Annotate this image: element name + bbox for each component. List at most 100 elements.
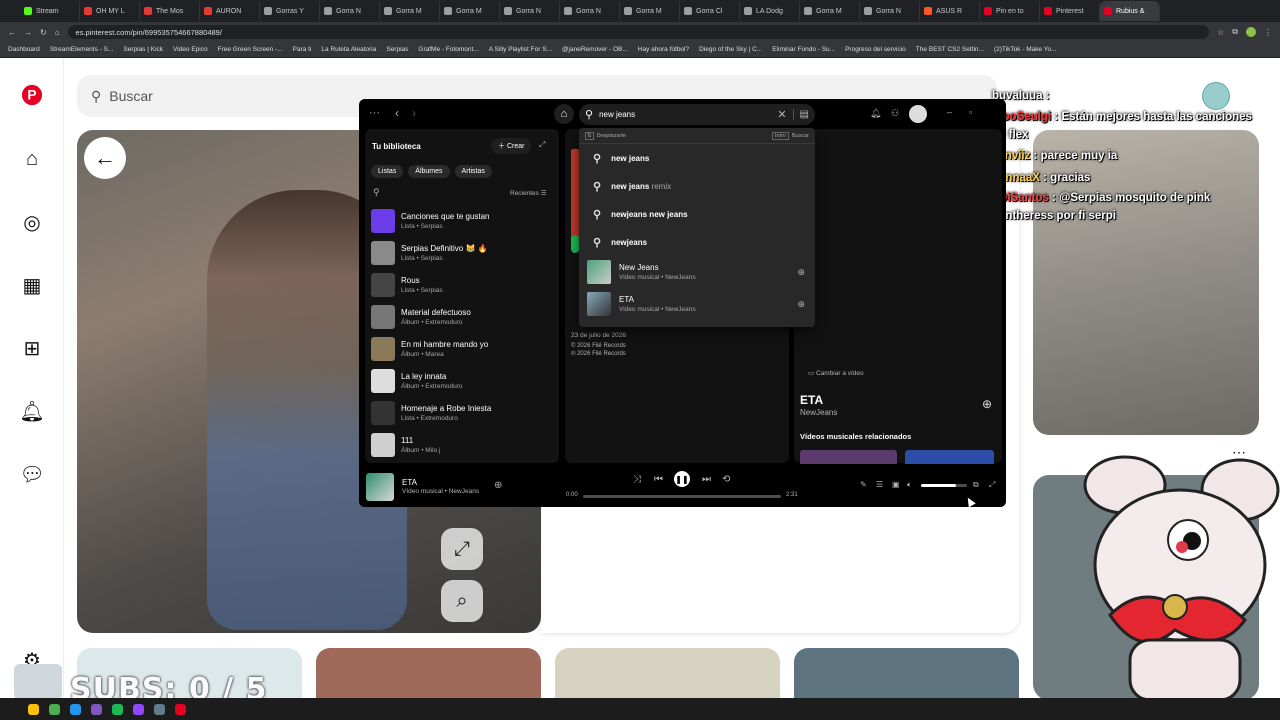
visual-search-button[interactable]: ⌕ bbox=[441, 580, 483, 622]
expand-icon[interactable]: ⤢ bbox=[539, 140, 545, 150]
nav-back-icon[interactable]: ‹ bbox=[395, 106, 399, 120]
previous-icon[interactable]: ⏮ bbox=[654, 474, 663, 485]
boards-icon[interactable]: ▦ bbox=[20, 273, 44, 297]
bookmark-item[interactable]: Dashboard bbox=[8, 46, 40, 53]
bookmark-item[interactable]: Para ti bbox=[293, 46, 312, 53]
url-field[interactable]: es.pinterest.com/pin/699535754667880489/ bbox=[67, 25, 1210, 39]
player-track[interactable]: ETA bbox=[402, 478, 417, 487]
related-video-thumb[interactable] bbox=[905, 450, 994, 464]
related-video-thumb[interactable] bbox=[800, 450, 897, 464]
menu-icon[interactable]: ⋮ bbox=[1264, 28, 1272, 37]
app-icon[interactable] bbox=[175, 703, 186, 715]
queue-icon[interactable]: ☰ bbox=[876, 480, 883, 489]
notifications-icon[interactable]: 🔔︎ bbox=[19, 399, 44, 423]
browser-tab[interactable]: Gorra M bbox=[800, 1, 860, 21]
extensions-icon[interactable]: ⧉ bbox=[1232, 27, 1238, 37]
chip-artists[interactable]: Artistas bbox=[454, 165, 492, 178]
avatar[interactable] bbox=[909, 105, 927, 123]
lyrics-icon[interactable]: ✎ bbox=[860, 480, 867, 489]
progress-bar[interactable] bbox=[583, 495, 781, 498]
pinterest-logo-icon[interactable]: P bbox=[20, 83, 44, 107]
bookmark-item[interactable]: Progreso del servicio bbox=[845, 46, 906, 53]
browser-tab[interactable]: Gorra M bbox=[440, 1, 500, 21]
library-item[interactable]: Serpias Definitivo 😸 🔥 Lista • Serpias bbox=[371, 239, 553, 267]
back-button[interactable]: ← bbox=[84, 137, 126, 179]
query-suggestion[interactable]: ⚲ new jeans bbox=[593, 148, 649, 168]
browser-tab[interactable]: Gorra M bbox=[380, 1, 440, 21]
browse-icon[interactable]: ▤ bbox=[792, 109, 809, 120]
query-suggestion[interactable]: ⚲ newjeans bbox=[593, 232, 647, 252]
bookmark-item[interactable]: (2)TikTok - Make Yo... bbox=[994, 46, 1057, 53]
library-item[interactable]: Canciones que te gustan Lista • Serpias bbox=[371, 207, 553, 235]
star-icon[interactable]: ☆ bbox=[1217, 28, 1224, 37]
bookmark-item[interactable]: Serpias | Kick bbox=[123, 46, 163, 53]
bookmark-item[interactable]: StreamElements - S... bbox=[50, 46, 114, 53]
library-item[interactable]: Material defectuoso Álbum • Extremoduro bbox=[371, 303, 553, 331]
library-search-icon[interactable]: ⚲ bbox=[373, 187, 380, 198]
library-item[interactable]: Homenaje a Robe Iniesta Lista • Extremodu… bbox=[371, 399, 553, 427]
player-cover-art[interactable] bbox=[366, 473, 394, 501]
connect-device-icon[interactable]: ▣ bbox=[892, 480, 900, 489]
browser-tab[interactable]: Stream bbox=[20, 1, 80, 21]
bookmark-item[interactable]: @janeRemover - OB... bbox=[562, 46, 628, 53]
discord-icon[interactable] bbox=[91, 703, 102, 715]
related-pin-thumb[interactable] bbox=[555, 648, 780, 700]
home-icon[interactable]: ⌂ bbox=[55, 28, 60, 37]
spotify-icon[interactable] bbox=[112, 703, 123, 715]
bookmark-item[interactable]: La Ruleta Aleatoria bbox=[321, 46, 376, 53]
volume-icon[interactable]: 🔈︎ bbox=[907, 480, 912, 490]
messages-icon[interactable]: 💬︎ bbox=[19, 462, 44, 486]
minimize-icon[interactable]: – bbox=[947, 107, 952, 117]
chip-playlists[interactable]: Listas bbox=[371, 165, 404, 178]
browser-tab[interactable]: Gorra N bbox=[560, 1, 620, 21]
query-suggestion[interactable]: ⚲ newjeans new jeans bbox=[593, 204, 688, 224]
sort-dropdown[interactable]: Recientes ☰ bbox=[510, 189, 547, 197]
add-icon[interactable]: ⊕ bbox=[797, 267, 805, 278]
bookmark-item[interactable]: Diego of the Sky | C... bbox=[699, 46, 762, 53]
bookmark-item[interactable]: A Silly Playlist For S... bbox=[489, 46, 552, 53]
chip-albums[interactable]: Álbumes bbox=[408, 165, 450, 178]
spotify-search-input[interactable]: ⚲ new jeans ✕ ▤ bbox=[579, 104, 815, 125]
home-icon[interactable]: ⌂ bbox=[554, 104, 574, 124]
browser-tab[interactable]: Pinterest bbox=[1040, 1, 1100, 21]
change-video-button[interactable]: ▭ Cambiar a vídeo bbox=[808, 369, 864, 377]
shuffle-icon[interactable]: ⤨ bbox=[633, 474, 641, 485]
more-icon[interactable]: ··· bbox=[369, 107, 380, 119]
reload-icon[interactable]: ↻ bbox=[40, 28, 47, 37]
expand-button[interactable]: ⤢ bbox=[441, 528, 483, 570]
bookmark-item[interactable]: Video Epico bbox=[173, 46, 208, 53]
browser-tab[interactable]: Gorras Y bbox=[260, 1, 320, 21]
browser-tab[interactable]: Gorra Cl bbox=[680, 1, 740, 21]
create-icon[interactable]: ⊞ bbox=[20, 336, 44, 360]
browser-tab[interactable]: Rubius & bbox=[1100, 1, 1160, 21]
bookmark-item[interactable]: GrafMe - Fotomont... bbox=[418, 46, 478, 53]
volume-slider[interactable] bbox=[921, 484, 967, 487]
app-icon[interactable] bbox=[133, 703, 144, 715]
query-suggestion[interactable]: ⚲ new jeans remix bbox=[593, 176, 671, 196]
add-to-library-icon[interactable]: ⊕ bbox=[982, 397, 992, 411]
repeat-icon[interactable]: ⟲ bbox=[722, 474, 730, 485]
result-suggestion[interactable]: ETA Video musical • NewJeans ⊕ bbox=[587, 290, 811, 318]
next-icon[interactable]: ⏭ bbox=[702, 474, 711, 485]
miniplayer-icon[interactable]: ⧉ bbox=[973, 480, 979, 490]
app-icon[interactable] bbox=[154, 703, 165, 715]
bookmark-item[interactable]: Hay ahora fútbol? bbox=[638, 46, 689, 53]
browser-tab[interactable]: The Mos bbox=[140, 1, 200, 21]
result-suggestion[interactable]: New Jeans Video musical • NewJeans ⊕ bbox=[587, 258, 811, 286]
browser-tab[interactable]: AURON bbox=[200, 1, 260, 21]
back-icon[interactable]: ← bbox=[8, 28, 16, 37]
clear-icon[interactable]: ✕ bbox=[777, 108, 786, 121]
browser-tab[interactable]: Gorra N bbox=[500, 1, 560, 21]
bookmark-item[interactable]: The BEST CS2 Settin... bbox=[916, 46, 984, 53]
explore-icon[interactable]: ◎ bbox=[20, 210, 44, 234]
add-icon[interactable]: ⊕ bbox=[494, 480, 502, 491]
browser-tab[interactable]: LA Dodg bbox=[740, 1, 800, 21]
file-explorer-icon[interactable] bbox=[28, 703, 39, 715]
chrome-icon[interactable] bbox=[49, 703, 60, 715]
bookmark-item[interactable]: Serpias bbox=[386, 46, 408, 53]
library-item[interactable]: La ley innata Álbum • Extremoduro bbox=[371, 367, 553, 395]
friends-icon[interactable]: ⚇ bbox=[891, 108, 899, 119]
browser-tab[interactable]: OH MY L bbox=[80, 1, 140, 21]
add-icon[interactable]: ⊕ bbox=[797, 299, 805, 310]
home-icon[interactable]: ⌂ bbox=[20, 147, 44, 171]
